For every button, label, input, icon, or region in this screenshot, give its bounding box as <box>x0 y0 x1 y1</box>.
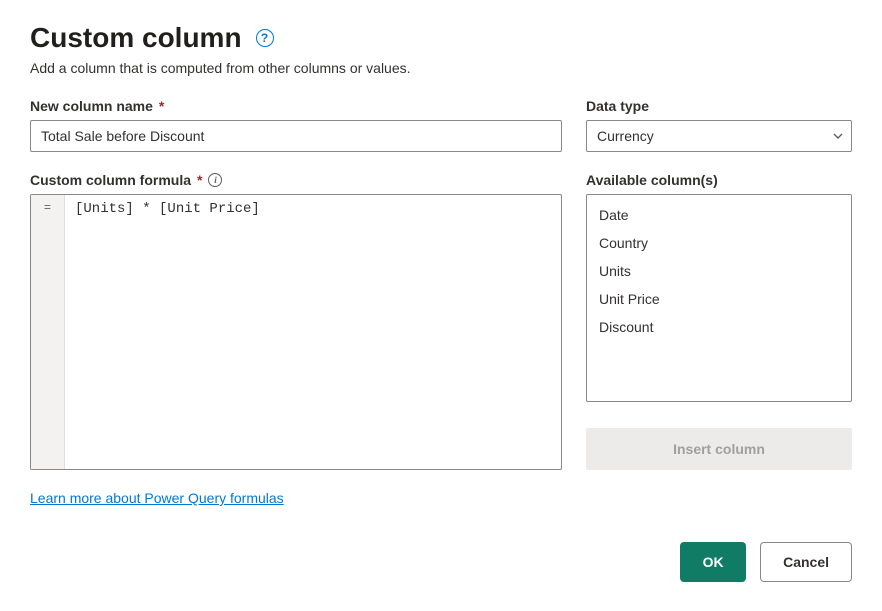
list-item[interactable]: Unit Price <box>587 285 851 313</box>
info-icon[interactable]: i <box>208 173 222 187</box>
learn-more-link[interactable]: Learn more about Power Query formulas <box>30 490 284 506</box>
dialog-title: Custom column <box>30 22 242 54</box>
formula-editor[interactable]: = [Units] * [Unit Price] <box>30 194 562 470</box>
data-type-select[interactable]: Currency <box>586 120 852 152</box>
help-icon[interactable]: ? <box>256 29 274 47</box>
formula-label: Custom column formula* i <box>30 172 562 188</box>
dialog-subtitle: Add a column that is computed from other… <box>30 60 852 76</box>
list-item[interactable]: Discount <box>587 313 851 341</box>
cancel-button[interactable]: Cancel <box>760 542 852 582</box>
formula-text[interactable]: [Units] * [Unit Price] <box>65 195 561 469</box>
insert-column-button: Insert column <box>586 428 852 470</box>
new-column-name-label: New column name* <box>30 98 562 114</box>
list-item[interactable]: Units <box>587 257 851 285</box>
data-type-label: Data type <box>586 98 852 114</box>
list-item[interactable]: Date <box>587 201 851 229</box>
available-columns-list[interactable]: Date Country Units Unit Price Discount <box>586 194 852 402</box>
available-columns-label: Available column(s) <box>586 172 852 188</box>
ok-button[interactable]: OK <box>680 542 746 582</box>
formula-gutter: = <box>31 195 65 469</box>
new-column-name-input[interactable] <box>30 120 562 152</box>
list-item[interactable]: Country <box>587 229 851 257</box>
